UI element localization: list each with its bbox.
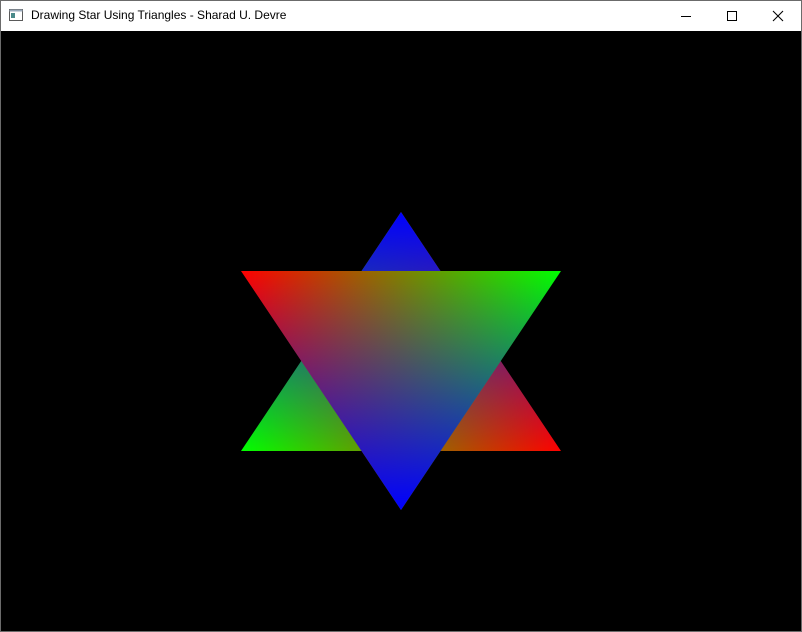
app-icon[interactable] — [9, 9, 23, 21]
window-title: Drawing Star Using Triangles - Sharad U.… — [31, 8, 287, 22]
app-window: Drawing Star Using Triangles - Sharad U.… — [0, 0, 802, 632]
render-canvas[interactable] — [1, 31, 801, 631]
close-button[interactable] — [755, 1, 801, 31]
star-drawing — [241, 212, 561, 510]
minimize-icon — [681, 16, 691, 17]
maximize-button[interactable] — [709, 1, 755, 31]
title-bar[interactable]: Drawing Star Using Triangles - Sharad U.… — [1, 1, 801, 31]
maximize-icon — [727, 11, 737, 21]
close-icon — [772, 10, 784, 22]
minimize-button[interactable] — [663, 1, 709, 31]
